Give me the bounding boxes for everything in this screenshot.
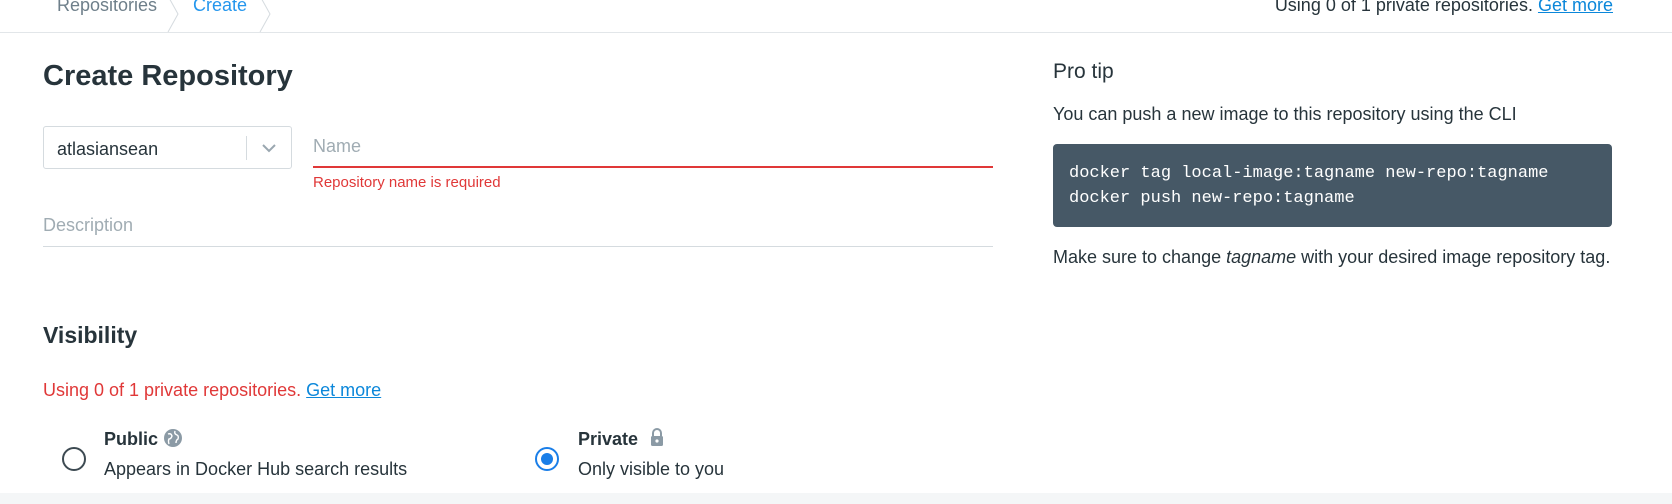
- radio-selected-dot: [541, 453, 553, 465]
- visibility-usage-text: Using 0 of 1 private repositories.: [43, 380, 302, 400]
- breadcrumb-create[interactable]: Create: [193, 0, 247, 16]
- note-text-after: with your desired image repository tag.: [1296, 247, 1611, 267]
- pro-tip-title: Pro tip: [1053, 60, 1114, 83]
- code-line: docker tag local-image:tagname new-repo:…: [1069, 164, 1549, 183]
- pro-tip-note: Make sure to change tagname with your de…: [1053, 245, 1613, 270]
- top-bar: Repositories Create Using 0 of 1 private…: [0, 0, 1672, 33]
- private-label[interactable]: Private: [578, 429, 638, 450]
- repository-name-input[interactable]: [313, 126, 993, 168]
- namespace-value: atlasiansean: [57, 139, 159, 159]
- cli-code-block: docker tag local-image:tagname new-repo:…: [1053, 144, 1612, 227]
- page-footer-band: [0, 493, 1672, 504]
- page-title: Create Repository: [43, 60, 293, 92]
- globe-icon: [164, 429, 182, 447]
- private-description: Only visible to you: [578, 459, 725, 479]
- code-line: docker push new-repo:tagname: [1069, 189, 1355, 208]
- description-input[interactable]: [43, 205, 993, 247]
- visibility-heading: Visibility: [43, 322, 138, 348]
- namespace-select[interactable]: atlasiansean: [43, 126, 292, 169]
- name-error-message: Repository name is required: [313, 174, 501, 191]
- chevron-down-icon[interactable]: [260, 139, 278, 157]
- private-repo-usage: Using 0 of 1 private repositories. Get m…: [1275, 0, 1613, 16]
- breadcrumb-repositories[interactable]: Repositories: [57, 0, 157, 16]
- note-text-before: Make sure to change: [1053, 247, 1227, 267]
- visibility-usage: Using 0 of 1 private repositories. Get m…: [43, 380, 381, 401]
- visibility-get-more-link[interactable]: Get more: [306, 380, 381, 400]
- lock-icon: [651, 428, 663, 446]
- breadcrumb-separator-icon: [167, 0, 179, 32]
- public-radio[interactable]: [62, 447, 86, 471]
- public-description: Appears in Docker Hub search results: [104, 459, 408, 479]
- select-divider: [246, 136, 247, 160]
- breadcrumb-separator-icon: [259, 0, 271, 32]
- pro-tip-intro: You can push a new image to this reposit…: [1053, 104, 1517, 124]
- private-radio[interactable]: [535, 447, 559, 471]
- public-label[interactable]: Public: [104, 429, 158, 450]
- note-emphasis: tagname: [1226, 247, 1297, 267]
- get-more-link[interactable]: Get more: [1538, 0, 1613, 15]
- usage-text: Using 0 of 1 private repositories.: [1274, 0, 1533, 15]
